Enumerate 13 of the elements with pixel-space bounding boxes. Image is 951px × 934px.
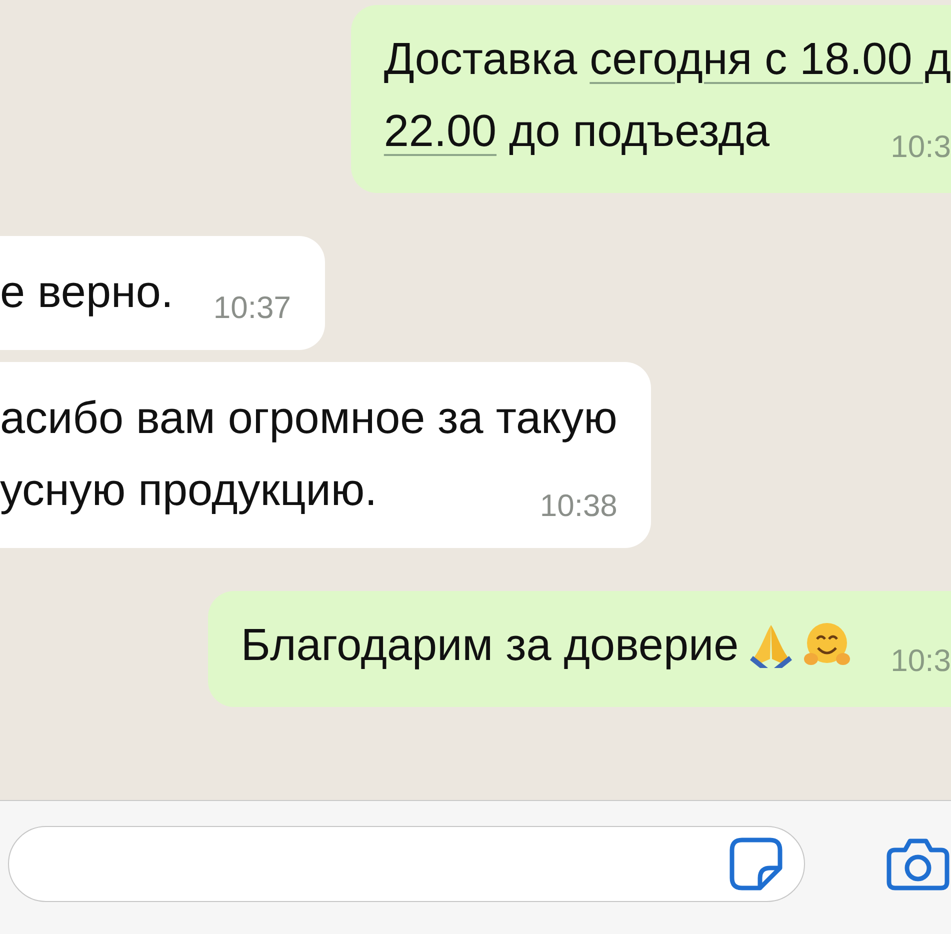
message-text: Доставка сегодня с 18.00 д (384, 32, 951, 86)
message-text: усную продукцию. (0, 463, 378, 517)
message-time: 10:37 (212, 289, 291, 327)
sticker-button[interactable] (728, 836, 784, 892)
date-link[interactable]: 22.00 (384, 105, 497, 156)
message-time: 10:3 (890, 642, 951, 680)
message-text: Благодарим за доверие (240, 618, 739, 672)
message-time: 10:38 (538, 487, 618, 525)
message-text: 22.00 до подъезда (384, 104, 770, 158)
message-text: асибо вам огромное за такую (0, 391, 618, 445)
message-time: 10:3 (890, 128, 951, 166)
date-link[interactable]: сегодня с 18.00 д (590, 33, 951, 84)
message-text: е верно. (0, 265, 174, 319)
